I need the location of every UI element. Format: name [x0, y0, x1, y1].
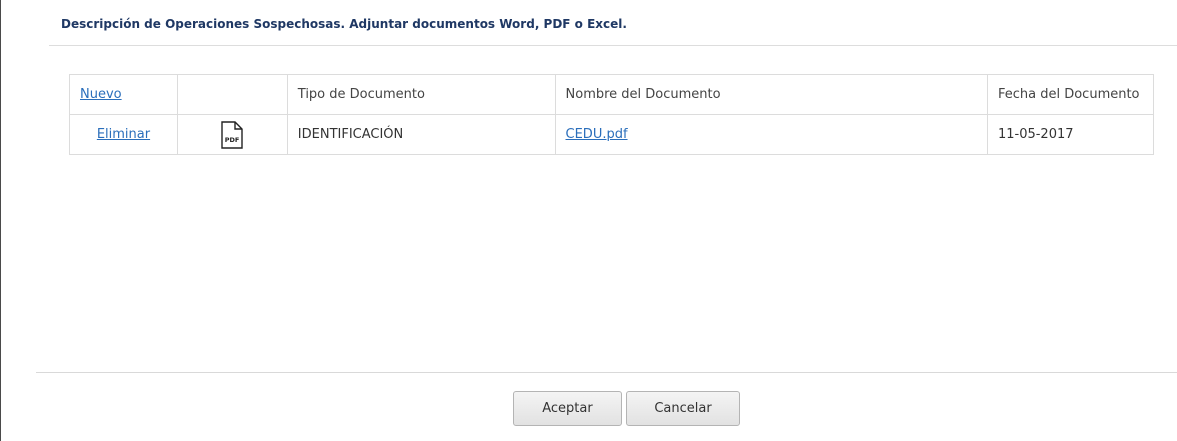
table-row: Eliminar PDF IDENTIFICACIÓN CEDU.pdf 11-… — [69, 114, 1155, 155]
new-document-link[interactable]: Nuevo — [80, 87, 122, 102]
footer-divider — [36, 372, 1177, 373]
header-fecha-documento: Fecha del Documento — [986, 74, 1155, 115]
dialog-frame: Descripción de Operaciones Sospechosas. … — [0, 0, 1177, 441]
row-nombre-cell: CEDU.pdf — [554, 114, 988, 155]
documents-table: Nuevo Tipo de Documento Nombre del Docum… — [69, 74, 1155, 155]
header-nombre-documento: Nombre del Documento — [554, 74, 988, 115]
delete-document-link[interactable]: Eliminar — [97, 127, 150, 142]
header-tipo-documento: Tipo de Documento — [286, 74, 556, 115]
row-fecha-cell: 11-05-2017 — [986, 114, 1155, 155]
row-tipo-cell: IDENTIFICACIÓN — [286, 114, 556, 155]
document-name-link[interactable]: CEDU.pdf — [566, 127, 628, 142]
accept-button[interactable]: Aceptar — [513, 391, 622, 426]
cancel-button[interactable]: Cancelar — [626, 391, 740, 426]
pdf-icon-label: PDF — [225, 136, 240, 144]
header-icon — [176, 74, 288, 115]
pdf-file-icon[interactable]: PDF — [220, 120, 244, 149]
row-icon-cell: PDF — [176, 114, 288, 155]
table-header-row: Nuevo Tipo de Documento Nombre del Docum… — [69, 74, 1155, 115]
title-divider — [49, 45, 1177, 46]
row-action-cell: Eliminar — [69, 114, 178, 155]
section-title: Descripción de Operaciones Sospechosas. … — [61, 17, 627, 31]
header-nuevo: Nuevo — [69, 74, 178, 115]
